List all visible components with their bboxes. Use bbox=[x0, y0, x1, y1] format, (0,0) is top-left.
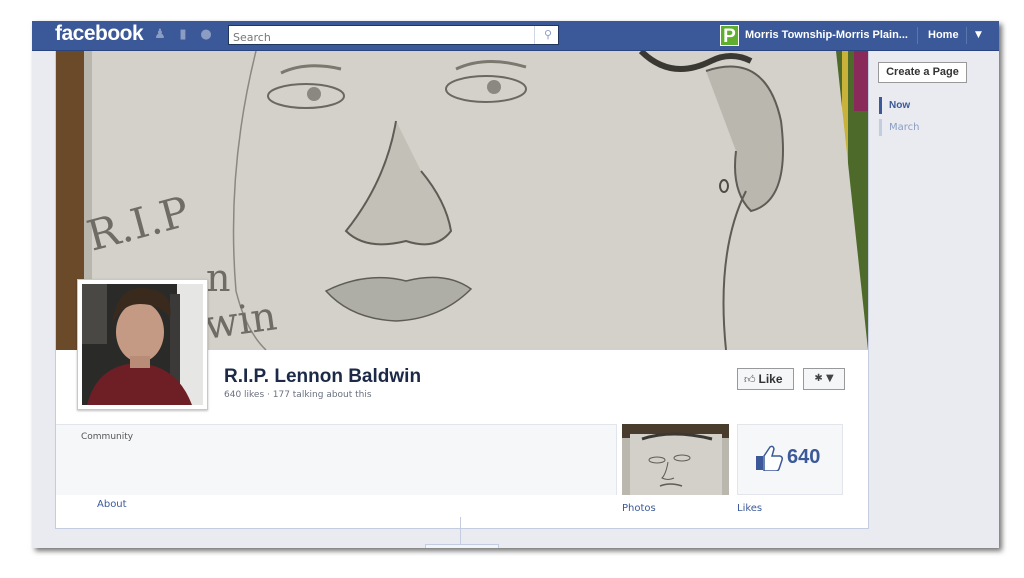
create-page-button[interactable]: Create a Page bbox=[878, 62, 967, 83]
timeline-nav-now[interactable]: Now bbox=[879, 97, 910, 114]
topbar-separator bbox=[966, 27, 967, 44]
search-input[interactable] bbox=[233, 29, 533, 46]
timeline-marker bbox=[425, 544, 499, 548]
about-link[interactable]: About bbox=[97, 499, 127, 510]
photos-link[interactable]: Photos bbox=[622, 503, 656, 514]
profile-picture[interactable] bbox=[82, 284, 203, 405]
page-icon[interactable]: P bbox=[720, 25, 739, 47]
gear-icon: ✱ bbox=[814, 373, 823, 384]
page-stats: 640 likes · 177 talking about this bbox=[224, 390, 372, 400]
search-icon[interactable]: ⚲ bbox=[544, 26, 552, 44]
page-title: R.I.P. Lennon Baldwin bbox=[224, 366, 422, 387]
like-button[interactable]: 👍︎ Like bbox=[737, 368, 794, 390]
profile-picture-frame[interactable] bbox=[77, 279, 208, 410]
like-button-label: Like bbox=[758, 372, 783, 386]
settings-gear-button[interactable]: ✱ ▼ bbox=[803, 368, 845, 390]
home-link[interactable]: Home bbox=[928, 21, 959, 50]
page-timeline: R.I.P n win R.I.P. Lennon Baldwin 640 li… bbox=[55, 51, 869, 529]
photos-thumbnail[interactable] bbox=[622, 424, 729, 495]
browser-window: facebook ♟ ▮ ● ⚲ P Morris Township-Morri… bbox=[32, 21, 999, 548]
profile-photo-image bbox=[82, 284, 203, 405]
likes-box[interactable]: 640 bbox=[737, 424, 843, 495]
timeline-nav-march[interactable]: March bbox=[879, 119, 919, 136]
likes-count: 640 bbox=[787, 446, 821, 468]
top-bar: facebook ♟ ▮ ● ⚲ P Morris Township-Morri… bbox=[32, 21, 999, 51]
chevron-down-icon: ▼ bbox=[825, 373, 834, 384]
search-divider bbox=[534, 26, 535, 44]
facebook-logo[interactable]: facebook bbox=[55, 22, 144, 46]
page-link[interactable]: Morris Township-Morris Plain... bbox=[745, 21, 908, 50]
thumbs-up-icon: 👍︎ bbox=[744, 374, 756, 386]
account-menu-chevron-icon[interactable]: ▼ bbox=[975, 21, 982, 50]
search-box[interactable]: ⚲ bbox=[228, 25, 559, 46]
info-box bbox=[56, 424, 617, 495]
topbar-separator bbox=[917, 27, 918, 44]
svg-text:n: n bbox=[206, 256, 230, 300]
friend-requests-icon[interactable]: ♟ bbox=[152, 27, 168, 42]
page-category: Community bbox=[81, 432, 134, 442]
likes-link[interactable]: Likes bbox=[737, 503, 762, 514]
thumbs-up-icon bbox=[756, 445, 783, 471]
notifications-globe-icon[interactable]: ● bbox=[198, 27, 214, 42]
messages-icon[interactable]: ▮ bbox=[175, 27, 191, 42]
photos-sketch-image bbox=[622, 424, 729, 495]
